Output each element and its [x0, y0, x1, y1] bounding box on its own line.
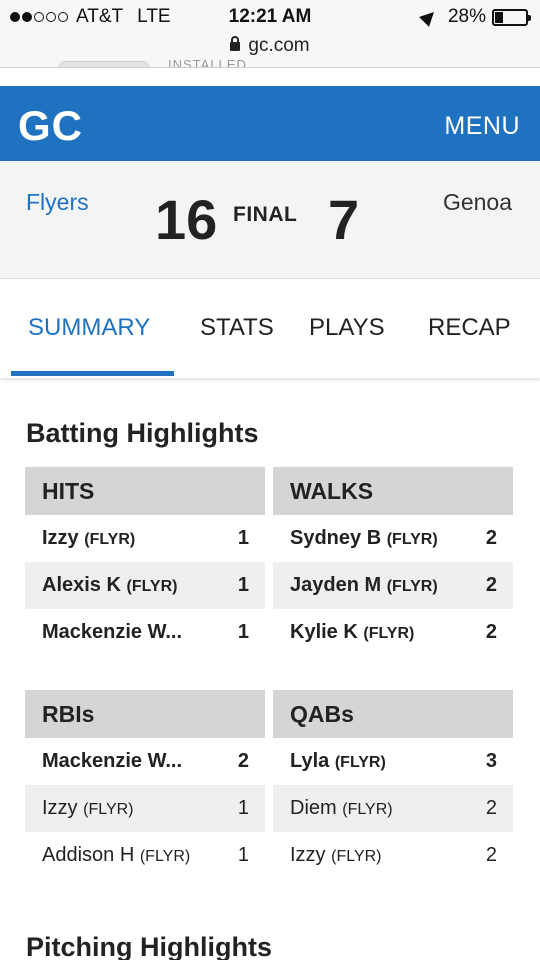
table-row[interactable]: Sydney B (FLYR) 2 — [273, 515, 513, 562]
player-team: (FLYR) — [386, 531, 438, 548]
batting-highlights-title: Batting Highlights — [26, 418, 259, 448]
qabs-table: QABs Lyla (FLYR) 3 Diem (FLYR) 2 Izzy (F… — [273, 690, 513, 879]
player-name: Sydney B — [290, 527, 382, 549]
network-label: LTE — [137, 6, 171, 27]
location-arrow-icon — [419, 7, 439, 27]
stat-value: 2 — [485, 621, 497, 643]
stat-value: 2 — [485, 844, 497, 866]
table-row[interactable]: Mackenzie W... 2 — [25, 738, 265, 785]
player-team: (FLYR) — [126, 578, 178, 595]
stat-value: 1 — [237, 844, 249, 866]
status-left: AT&T LTE — [10, 6, 171, 28]
tab-plays[interactable]: PLAYS — [309, 314, 385, 342]
player-team: (FLYR) — [83, 801, 134, 818]
address-field[interactable]: gc.com — [0, 35, 540, 57]
hits-header: HITS — [25, 467, 265, 515]
scrolled-button-peek — [58, 61, 150, 67]
stat-value: 1 — [237, 527, 249, 549]
table-row[interactable]: Mackenzie W... 1 — [25, 609, 265, 656]
player-name: Jayden M — [290, 574, 382, 596]
table-row[interactable]: Izzy (FLYR) 2 — [273, 832, 513, 879]
active-tab-indicator — [11, 371, 174, 376]
tab-stats[interactable]: STATS — [200, 314, 274, 342]
rbis-header: RBIs — [25, 690, 265, 738]
url-bar[interactable]: gc.com INSTALLED — [0, 34, 540, 68]
app-header: GC MENU — [0, 86, 540, 161]
player-name: Izzy — [290, 844, 326, 866]
logo-text: GC — [18, 102, 83, 149]
stat-value: 1 — [237, 797, 249, 819]
player-name: Mackenzie W... — [42, 621, 183, 643]
home-team-link[interactable]: Flyers — [26, 189, 89, 216]
stat-value: 2 — [485, 527, 497, 549]
stat-value: 3 — [485, 750, 497, 772]
player-team: (FLYR) — [84, 531, 136, 548]
hits-table: HITS Izzy (FLYR) 1 Alexis K (FLYR) 1 Mac… — [25, 467, 265, 656]
url-text: gc.com — [248, 35, 310, 56]
away-team: Genoa — [442, 189, 512, 215]
table-row[interactable]: Alexis K (FLYR) 1 — [25, 562, 265, 609]
tab-bar: SUMMARY STATS PLAYS RECAP — [0, 280, 540, 378]
table-row[interactable]: Jayden M (FLYR) 2 — [273, 562, 513, 609]
carrier-label: AT&T — [76, 6, 124, 27]
scoreboard: Flyers 16 FINAL 7 Genoa — [0, 161, 540, 279]
stat-value: 2 — [237, 750, 249, 772]
status-right: 28% — [419, 6, 531, 28]
table-row[interactable]: Izzy (FLYR) 1 — [25, 785, 265, 832]
battery-icon — [492, 8, 531, 26]
player-team: (FLYR) — [386, 578, 438, 595]
player-team: (FLYR) — [342, 801, 393, 818]
stat-value: 1 — [237, 621, 249, 643]
player-team: (FLYR) — [139, 848, 191, 865]
player-name: Kylie K — [290, 621, 358, 643]
table-row[interactable]: Kylie K (FLYR) 2 — [273, 609, 513, 656]
stat-value: 2 — [485, 574, 497, 596]
player-name: Mackenzie W... — [42, 750, 183, 772]
menu-button[interactable]: MENU — [444, 112, 520, 141]
player-name: Izzy — [42, 797, 78, 819]
game-status: FINAL — [233, 203, 298, 226]
signal-strength-icon — [10, 12, 70, 22]
player-team: (FLYR) — [363, 625, 415, 642]
table-row[interactable]: Izzy (FLYR) 1 — [25, 515, 265, 562]
player-team: (FLYR) — [334, 754, 386, 771]
away-score: 7 — [328, 188, 360, 251]
pitching-highlights-title: Pitching Highlights — [26, 932, 272, 960]
table-row[interactable]: Diem (FLYR) 2 — [273, 785, 513, 832]
status-bar: AT&T LTE 12:21 AM 28% — [0, 0, 540, 34]
tab-summary[interactable]: SUMMARY — [28, 314, 150, 342]
table-row[interactable]: Lyla (FLYR) 3 — [273, 738, 513, 785]
player-team: (FLYR) — [331, 848, 382, 865]
battery-percent: 28% — [447, 6, 486, 27]
lock-icon — [230, 36, 241, 51]
rbis-table: RBIs Mackenzie W... 2 Izzy (FLYR) 1 Addi… — [25, 690, 265, 879]
player-name: Alexis K — [42, 574, 121, 596]
player-name: Izzy — [42, 527, 79, 549]
stat-value: 2 — [485, 797, 497, 819]
walks-header: WALKS — [273, 467, 513, 515]
table-row[interactable]: Addison H (FLYR) 1 — [25, 832, 265, 879]
gc-logo[interactable]: GC — [18, 102, 83, 150]
player-name: Addison H — [42, 844, 135, 866]
tab-recap[interactable]: RECAP — [428, 314, 511, 342]
home-score: 16 — [155, 188, 218, 251]
player-name: Lyla — [290, 750, 330, 772]
player-name: Diem — [290, 797, 337, 819]
qabs-header: QABs — [273, 690, 513, 738]
scrolled-text-peek: INSTALLED — [168, 57, 247, 68]
stat-value: 1 — [237, 574, 249, 596]
walks-table: WALKS Sydney B (FLYR) 2 Jayden M (FLYR) … — [273, 467, 513, 656]
